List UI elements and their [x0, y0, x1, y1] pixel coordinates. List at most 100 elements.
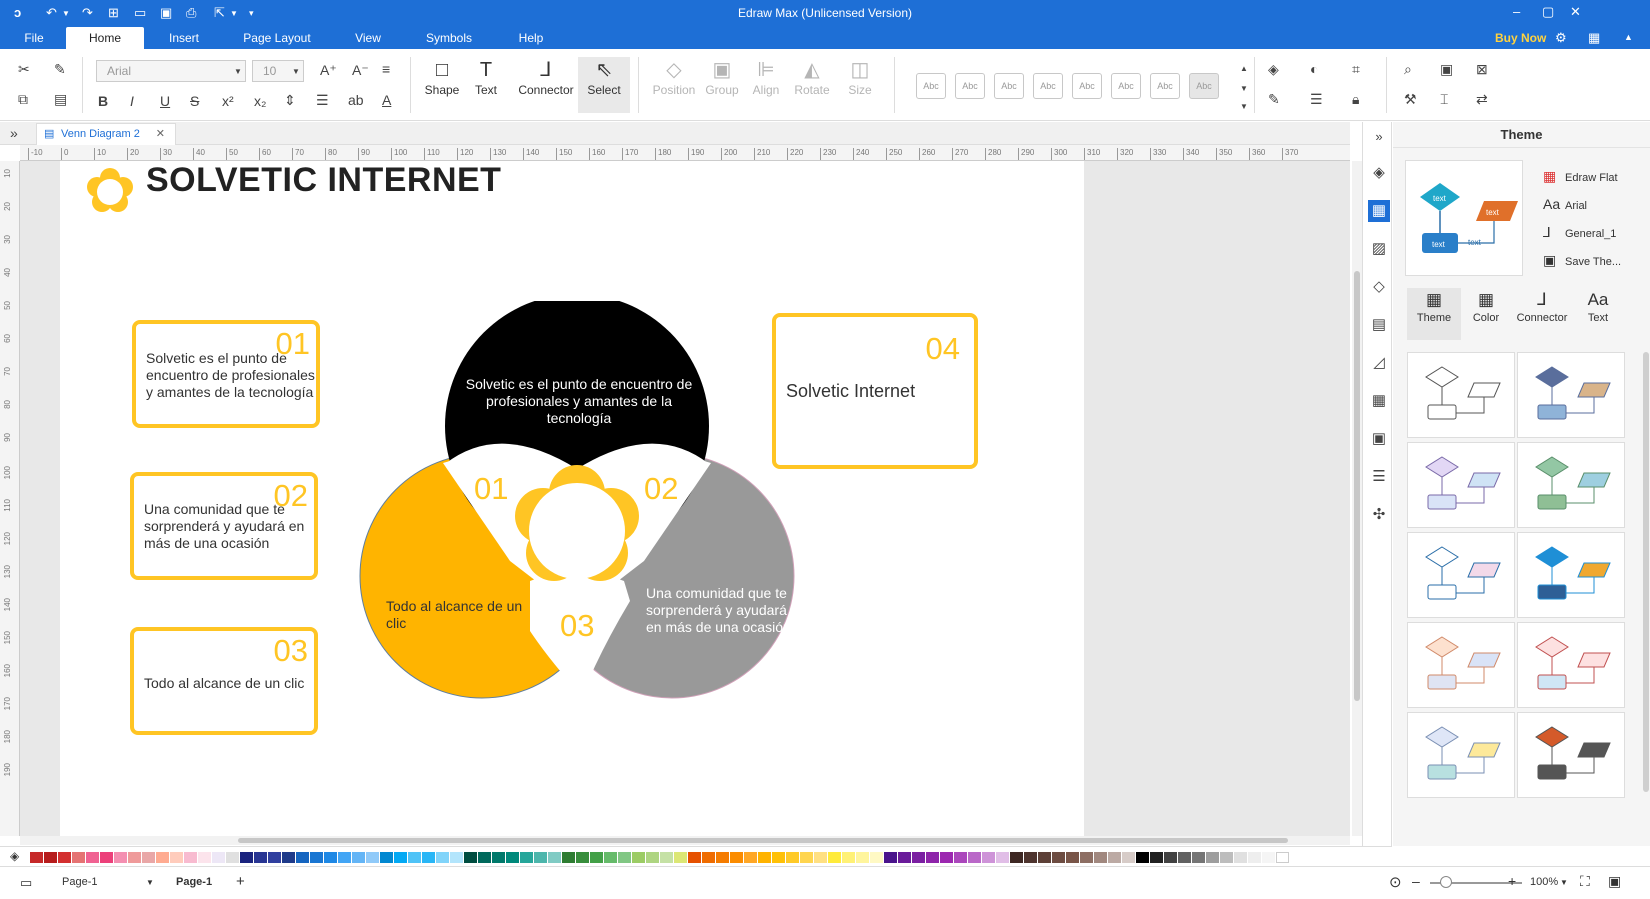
color-swatch[interactable] [1010, 852, 1023, 863]
color-swatch[interactable] [562, 852, 575, 863]
replace-shape-icon[interactable]: ⇄ [1476, 91, 1488, 107]
color-swatch[interactable] [380, 852, 393, 863]
theme-option-save[interactable]: ▣ Save The... [1543, 252, 1621, 269]
close-icon[interactable]: ✕ [1570, 4, 1581, 20]
font-family-dropdown-icon[interactable]: ▼ [234, 64, 242, 80]
color-swatch[interactable] [1038, 852, 1051, 863]
scroll-thumb[interactable] [238, 838, 1288, 843]
style-preset-8[interactable]: Abc [1189, 73, 1219, 99]
lock-icon[interactable]: 🔒︎ [1352, 91, 1359, 107]
color-swatch[interactable] [100, 852, 113, 863]
theme-card[interactable] [1407, 622, 1515, 708]
color-swatch[interactable] [268, 852, 281, 863]
theme-card[interactable] [1517, 442, 1625, 528]
venn-diagram[interactable] [350, 301, 810, 721]
bold-icon[interactable]: B [98, 93, 108, 109]
color-swatch[interactable] [688, 852, 701, 863]
color-swatch[interactable] [604, 852, 617, 863]
superscript-icon[interactable]: x² [222, 93, 234, 109]
search-icon[interactable]: ⌕ [1404, 61, 1412, 77]
connector-tool-button[interactable]: ⅃ Connector [512, 57, 580, 113]
color-swatch[interactable] [982, 852, 995, 863]
menu-tab-view[interactable]: View [346, 27, 390, 49]
color-swatch[interactable] [114, 852, 127, 863]
color-swatch[interactable] [156, 852, 169, 863]
copy-icon[interactable]: ⧉ [18, 91, 28, 107]
style-more-icon[interactable]: ▼ [1240, 99, 1248, 115]
color-swatch[interactable] [1262, 852, 1275, 863]
maximize-icon[interactable]: ▢ [1542, 4, 1554, 20]
page-tab[interactable]: Page-1 [176, 876, 212, 888]
align-button[interactable]: ⊫ Align [740, 57, 792, 113]
style-preset-2[interactable]: Abc [955, 73, 985, 99]
color-swatch[interactable] [184, 852, 197, 863]
color-swatch[interactable] [534, 852, 547, 863]
color-swatch[interactable] [1164, 852, 1177, 863]
color-swatch[interactable] [142, 852, 155, 863]
document-tab[interactable]: ▤ Venn Diagram 2 ✕ [36, 123, 176, 145]
theme-card[interactable] [1517, 712, 1625, 798]
bullets-icon[interactable]: ☰ [316, 92, 329, 108]
color-swatch[interactable] [870, 852, 883, 863]
rotate-button[interactable]: ◭ Rotate [786, 57, 838, 113]
menu-tab-home[interactable]: Home [66, 27, 144, 49]
color-swatch[interactable] [618, 852, 631, 863]
color-swatch[interactable] [1066, 852, 1079, 863]
color-swatch[interactable] [282, 852, 295, 863]
drawing-page[interactable]: SOLVETIC INTERNET 01 Solvetic es el punt… [60, 161, 1084, 836]
theme-card[interactable] [1517, 622, 1625, 708]
zoom-out-icon[interactable]: – [1412, 873, 1420, 889]
crop-icon[interactable]: ⌗ [1352, 61, 1360, 77]
color-swatch[interactable] [1234, 852, 1247, 863]
color-swatch[interactable] [828, 852, 841, 863]
collapse-ribbon-icon[interactable]: ▲ [1624, 32, 1633, 42]
style-scroll-down-icon[interactable]: ▼ [1240, 81, 1248, 97]
theme-option-connector[interactable]: ⅃ General_1 [1543, 224, 1616, 241]
play-icon[interactable]: ⊙ [1389, 873, 1402, 891]
color-swatch[interactable] [716, 852, 729, 863]
style-preset-4[interactable]: Abc [1033, 73, 1063, 99]
color-swatch[interactable] [996, 852, 1009, 863]
menu-tab-insert[interactable]: Insert [158, 27, 210, 49]
panel-tab-text[interactable]: Aa Text [1571, 288, 1625, 340]
theme-card[interactable] [1407, 442, 1515, 528]
diagram-title[interactable]: SOLVETIC INTERNET [146, 161, 501, 200]
color-swatch[interactable] [436, 852, 449, 863]
color-swatch[interactable] [786, 852, 799, 863]
color-swatch[interactable] [1122, 852, 1135, 863]
shadow-icon[interactable]: ◐ [1310, 61, 1318, 77]
page-panel-icon[interactable]: ▤ [1368, 314, 1390, 336]
menu-tab-help[interactable]: Help [510, 27, 552, 49]
color-swatch[interactable] [674, 852, 687, 863]
color-swatch[interactable] [1024, 852, 1037, 863]
no-fill-icon[interactable]: ◈ [10, 849, 19, 863]
zoom-level[interactable]: 100% [1530, 876, 1558, 888]
style-preset-5[interactable]: Abc [1072, 73, 1102, 99]
color-swatch[interactable] [1052, 852, 1065, 863]
vertical-scrollbar[interactable] [1352, 161, 1362, 836]
color-swatch[interactable] [1178, 852, 1191, 863]
position-button[interactable]: ◇ Position [648, 57, 700, 113]
color-swatch[interactable] [310, 852, 323, 863]
color-swatch[interactable] [1192, 852, 1205, 863]
color-swatch[interactable] [632, 852, 645, 863]
fit-page-icon[interactable]: ▣ [1440, 61, 1453, 77]
color-swatch[interactable] [72, 852, 85, 863]
page-layout-icon[interactable]: ▭ [20, 875, 32, 891]
color-swatch[interactable] [338, 852, 351, 863]
zoom-slider-handle[interactable] [1440, 876, 1452, 888]
panel-tab-connector[interactable]: ⅃ Connector [1513, 288, 1571, 340]
page-select-dropdown-icon[interactable]: ▼ [146, 878, 154, 887]
color-swatch[interactable] [1108, 852, 1121, 863]
color-swatch[interactable] [296, 852, 309, 863]
color-swatch[interactable] [968, 852, 981, 863]
color-swatch[interactable] [30, 852, 43, 863]
color-swatch[interactable] [898, 852, 911, 863]
line-color-icon[interactable]: ✎ [1268, 91, 1280, 107]
image-panel-icon[interactable]: ▨ [1368, 238, 1390, 260]
navigation-panel-icon[interactable]: ✣ [1368, 504, 1390, 526]
panel-scrollbar[interactable] [1643, 352, 1649, 792]
apps-icon[interactable]: ▦ [1588, 30, 1600, 46]
theme-card[interactable] [1407, 532, 1515, 618]
color-swatch[interactable] [814, 852, 827, 863]
